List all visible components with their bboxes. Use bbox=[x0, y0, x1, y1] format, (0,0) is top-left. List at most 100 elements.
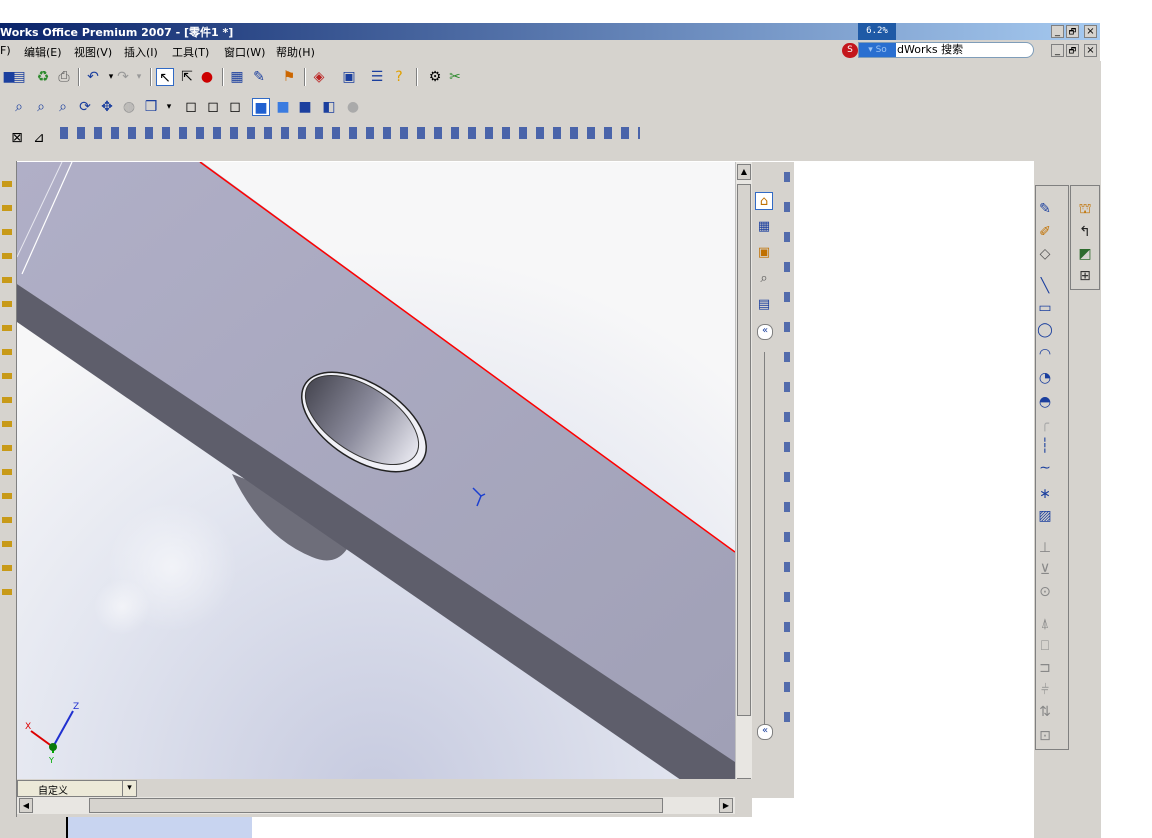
view-selector[interactable]: 自定义 ▾ bbox=[17, 780, 137, 797]
menu-edit[interactable]: 编辑(E) bbox=[24, 44, 62, 60]
home-icon[interactable]: ⌂ bbox=[755, 192, 773, 210]
view-orientation-icon[interactable]: ❒ bbox=[142, 98, 160, 116]
linear-pattern-icon[interactable]: ⫩ bbox=[1035, 680, 1055, 700]
construction-line-icon[interactable]: ┆ bbox=[1035, 436, 1055, 456]
search-dropdown[interactable]: ▾ So bbox=[859, 43, 896, 57]
menu-window[interactable]: 窗口(W) bbox=[224, 44, 265, 60]
shaded-icon[interactable]: ■ bbox=[274, 98, 292, 116]
menu-file[interactable]: F) bbox=[0, 44, 11, 57]
close-button[interactable]: × bbox=[1084, 25, 1097, 38]
repair-sketch-icon[interactable]: ⊡ bbox=[1035, 726, 1055, 746]
search-input[interactable]: dWorks 搜索 bbox=[897, 43, 963, 57]
spelling-icon[interactable]: ✎ bbox=[250, 68, 268, 86]
edit-icon[interactable]: ⚙ bbox=[426, 68, 444, 86]
doc-close-button[interactable]: × bbox=[1084, 44, 1097, 57]
doc-minimize-button[interactable]: _ bbox=[1051, 44, 1064, 57]
collapse-taskpane-top[interactable]: « bbox=[757, 324, 773, 340]
grid-icon[interactable]: ▦ bbox=[228, 68, 246, 86]
menu-insert[interactable]: 插入(I) bbox=[124, 44, 158, 60]
sketch-icon[interactable]: ✎ bbox=[1035, 199, 1055, 219]
print-preview-icon[interactable]: ▤ bbox=[10, 68, 28, 86]
centerline-icon[interactable]: ╭ bbox=[1035, 414, 1055, 434]
menu-tools[interactable]: 工具(T) bbox=[172, 44, 209, 60]
line-icon[interactable]: ╲ bbox=[1035, 276, 1055, 296]
design-library-icon[interactable]: ▦ bbox=[755, 218, 773, 236]
smart-dimension-icon[interactable]: ✐ bbox=[1035, 222, 1055, 242]
menu-view[interactable]: 视图(V) bbox=[74, 44, 112, 60]
properties-icon[interactable]: ☰ bbox=[368, 68, 386, 86]
print-icon[interactable]: ⎙ bbox=[55, 68, 73, 86]
filter-icons-strip[interactable] bbox=[60, 127, 640, 139]
arc-icon[interactable]: ◠ bbox=[1035, 344, 1055, 364]
hscroll-thumb[interactable] bbox=[89, 798, 663, 813]
minimize-button[interactable]: _ bbox=[1051, 25, 1064, 38]
doc-restore-button[interactable]: 🗗 bbox=[1066, 44, 1079, 57]
redo-dropdown-icon[interactable]: ▾ bbox=[130, 68, 148, 86]
rebuild-icon[interactable]: ● bbox=[198, 68, 216, 86]
graphics-area[interactable]: X Z Y bbox=[17, 162, 735, 798]
pan-icon[interactable]: ✥ bbox=[98, 98, 116, 116]
search-icon[interactable]: ⌕ bbox=[755, 270, 773, 288]
scissors-icon[interactable]: ✂ bbox=[446, 68, 464, 86]
three-point-arc-icon[interactable]: ◓ bbox=[1035, 392, 1055, 412]
menu-help[interactable]: 帮助(H) bbox=[276, 44, 315, 60]
edit-sketch-icon[interactable]: ◇ bbox=[1035, 244, 1055, 264]
extend-icon[interactable]: ⎕ bbox=[1035, 636, 1055, 656]
filter-toggle-icon[interactable]: ⊠ bbox=[8, 129, 26, 147]
separator bbox=[222, 68, 224, 86]
options-icon[interactable]: ♻ bbox=[34, 68, 52, 86]
viewport-vscroll[interactable]: ▲ ▼ bbox=[735, 162, 753, 798]
mirror-icon[interactable]: ⊻ bbox=[1035, 560, 1055, 580]
zoom-in-out-icon[interactable]: ⌕ bbox=[32, 98, 50, 116]
shaded-edges-icon[interactable]: ■ bbox=[252, 98, 270, 116]
rotate-icon[interactable]: ⟳ bbox=[76, 98, 94, 116]
text-icon[interactable]: ▨ bbox=[1035, 506, 1055, 526]
tangent-arc-icon[interactable]: ◔ bbox=[1035, 368, 1055, 388]
scroll-up-icon[interactable]: ▲ bbox=[737, 164, 751, 180]
restore-button[interactable]: 🗗 bbox=[1066, 25, 1079, 38]
wireframe-icon[interactable]: ◻ bbox=[182, 98, 200, 116]
point-icon[interactable]: ∗ bbox=[1035, 484, 1055, 504]
scroll-thumb[interactable] bbox=[737, 184, 751, 716]
select-icon[interactable]: ↖ bbox=[156, 68, 174, 86]
realview-icon[interactable]: ● bbox=[344, 98, 362, 116]
cube-icon[interactable]: ◈ bbox=[310, 68, 328, 86]
collapsed-toolbar-icons[interactable] bbox=[784, 172, 790, 732]
hidden-lines-icon[interactable]: ◻ bbox=[204, 98, 222, 116]
filter-clear-icon[interactable]: ⊿ bbox=[30, 129, 48, 147]
collapse-taskpane-bottom[interactable]: « bbox=[757, 724, 773, 740]
macro-icon[interactable]: ⚑ bbox=[280, 68, 298, 86]
search-box[interactable]: ▾ So dWorks 搜索 bbox=[858, 42, 1034, 58]
spline-icon[interactable]: ∼ bbox=[1035, 458, 1055, 478]
move-entities-icon[interactable]: ⇅ bbox=[1035, 702, 1055, 722]
zoom-area-icon[interactable]: ⌕ bbox=[10, 98, 28, 116]
scroll-right-icon[interactable]: ▶ bbox=[719, 798, 733, 813]
view-palette-icon[interactable]: ▤ bbox=[755, 296, 773, 314]
convert-entities-icon[interactable]: ⊐ bbox=[1035, 658, 1055, 678]
window-icon[interactable]: ▣ bbox=[340, 68, 358, 86]
help-icon[interactable]: ? bbox=[390, 68, 408, 86]
hidden-removed-icon[interactable]: ◻ bbox=[226, 98, 244, 116]
views-icon[interactable]: ◍ bbox=[120, 98, 138, 116]
circle-icon[interactable]: ◯ bbox=[1035, 320, 1055, 340]
fillet-icon[interactable]: ◩ bbox=[1075, 244, 1095, 264]
trim-icon[interactable]: ⍋ bbox=[1035, 614, 1055, 634]
feature-tree-icons[interactable] bbox=[2, 181, 12, 601]
zoom-fit-icon[interactable]: ⌕ bbox=[54, 98, 72, 116]
section-view-icon[interactable]: ◧ bbox=[320, 98, 338, 116]
file-explorer-icon[interactable]: ▣ bbox=[755, 244, 773, 262]
view-selector-arrow[interactable]: ▾ bbox=[122, 781, 136, 796]
view-orientation-dropdown-icon[interactable]: ▾ bbox=[160, 98, 178, 116]
extrude-icon[interactable]: ⛫ bbox=[1075, 199, 1095, 219]
undo-icon[interactable]: ↶ bbox=[84, 68, 102, 86]
task-pane-tabs: ⌂ ▦ ▣ ⌕ ▤ « « bbox=[752, 162, 778, 798]
offset-icon[interactable]: ⊙ bbox=[1035, 582, 1055, 602]
scroll-left-icon[interactable]: ◀ bbox=[19, 798, 33, 813]
revolve-icon[interactable]: ↰ bbox=[1075, 222, 1095, 242]
select-filter-icon[interactable]: ⇱ bbox=[178, 68, 196, 86]
rectangle-icon[interactable]: ▭ bbox=[1035, 298, 1055, 318]
add-relation-icon[interactable]: ⊥ bbox=[1035, 538, 1055, 558]
hole-wizard-icon[interactable]: ⊞ bbox=[1075, 266, 1095, 286]
shadows-icon[interactable]: ■ bbox=[296, 98, 314, 116]
viewport-hscroll[interactable]: ◀ ▶ bbox=[17, 797, 735, 814]
